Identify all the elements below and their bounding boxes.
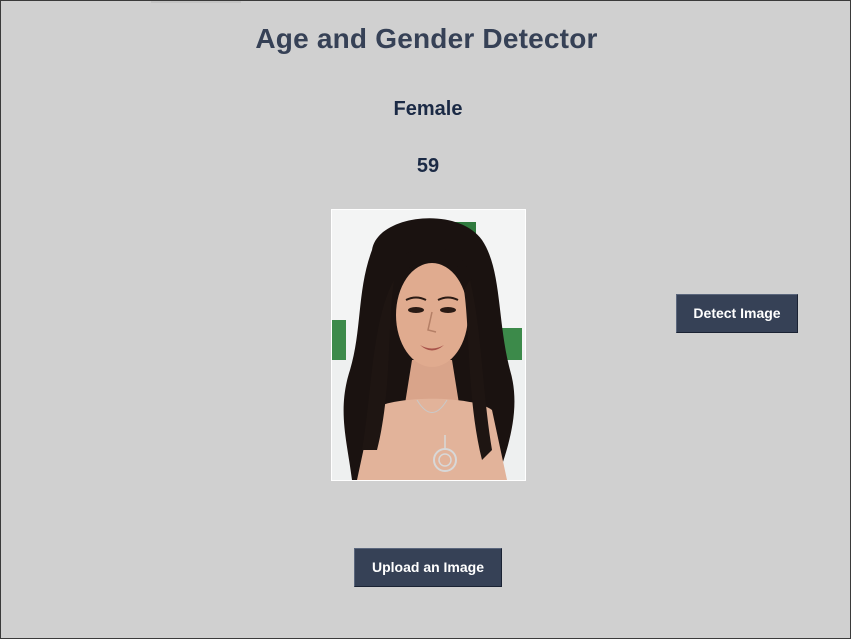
app-window: Age and Gender Detector Female 59 Detect… <box>0 0 851 639</box>
age-result-label: 59 <box>416 155 440 177</box>
gender-result-label: Female <box>393 98 463 120</box>
upload-image-button[interactable]: Upload an Image <box>354 548 502 587</box>
window-edge-line <box>151 1 241 3</box>
detect-image-button[interactable]: Detect Image <box>676 294 798 333</box>
page-title: Age and Gender Detector <box>255 23 598 54</box>
uploaded-image-preview <box>331 209 526 481</box>
portrait-photo-icon <box>332 210 525 480</box>
